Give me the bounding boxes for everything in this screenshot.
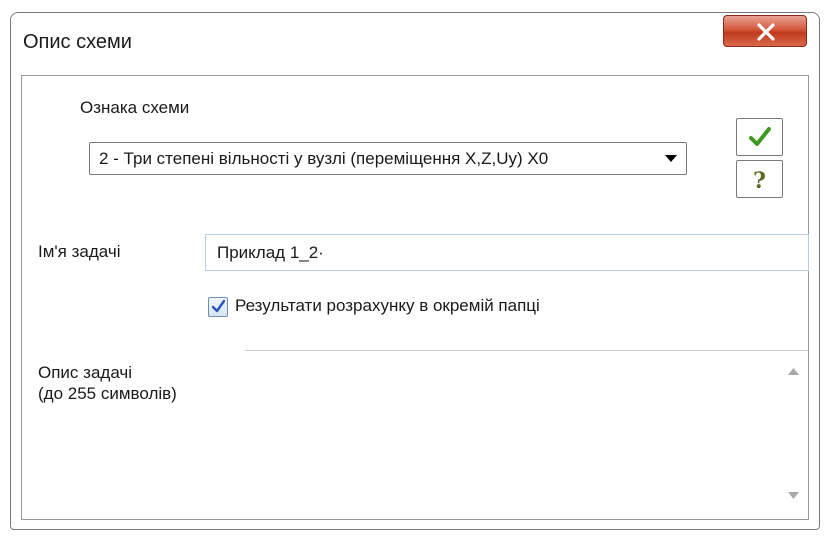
task-name-label: Ім'я задачі [38,242,121,261]
question-mark-icon: ? [753,168,766,194]
chevron-down-icon [665,155,677,162]
close-icon [757,23,775,41]
checkmark-icon [749,127,771,146]
dialog-content: Ознака схеми 2 - Три степені вільності у… [21,75,809,520]
separate-folder-checkbox[interactable] [208,297,228,317]
checkmark-icon [211,299,226,313]
scheme-select[interactable]: 2 - Три степені вільності у вузлі (перем… [89,142,687,175]
scroll-up-arrow-icon[interactable] [788,368,799,375]
description-textarea[interactable] [245,356,783,516]
separate-folder-label[interactable]: Результати розрахунку в окремій папці [235,296,540,316]
scheme-label: Ознака схеми [80,98,190,117]
close-button[interactable] [723,15,807,47]
title-bar[interactable]: Опис схеми [11,13,819,68]
ok-button[interactable] [736,118,783,156]
description-label: Опис задачі [38,363,133,382]
scroll-down-arrow-icon[interactable] [788,492,799,499]
window-title: Опис схеми [23,31,132,53]
description-top-border [245,350,808,351]
svg-text:?: ? [753,168,766,194]
dialog-window: Опис схеми Ознака схеми 2 - Три степені … [10,12,820,530]
description-label-hint: (до 255 символів) [38,384,177,403]
help-button[interactable]: ? [736,160,783,198]
task-name-input[interactable] [205,234,809,271]
scheme-select-value: 2 - Три степені вільності у вузлі (перем… [99,149,549,168]
